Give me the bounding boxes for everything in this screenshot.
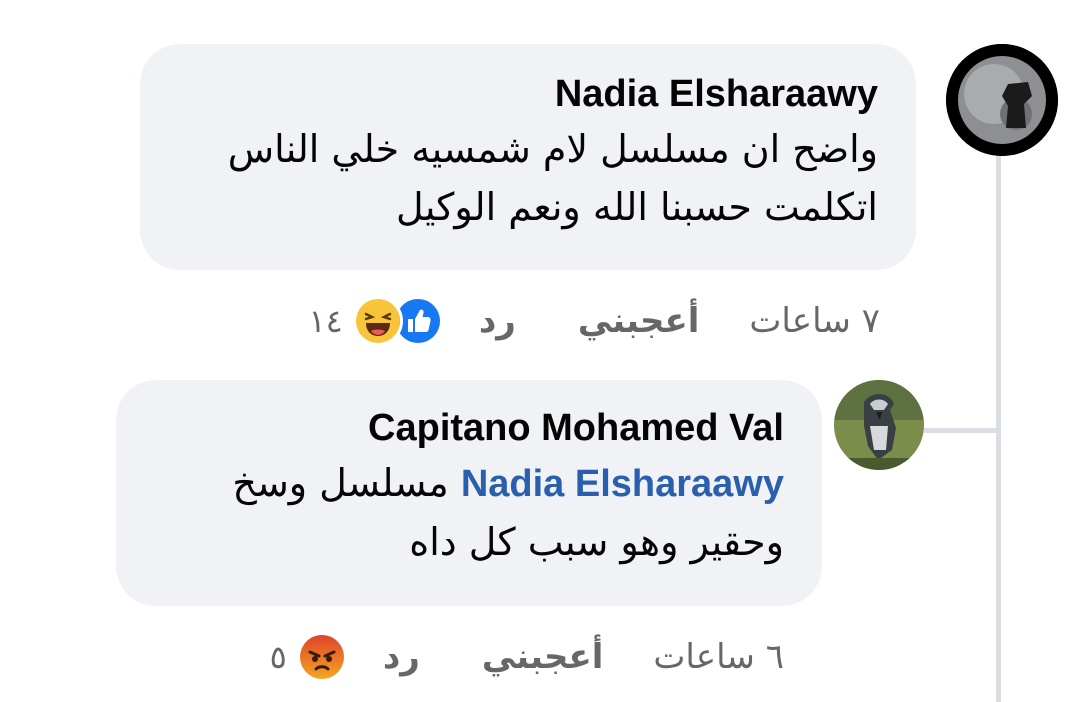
thread-branch-line [924,428,1000,433]
comment-thread: Nadia Elsharaawy واضح ان مسلسل لام شمسيه… [0,0,1080,702]
avatar-image [946,44,1058,156]
thread-connector-line [996,150,1001,702]
comment-text-line: Nadia Elsharaawy مسلسل وسخ [154,454,784,513]
comment-timestamp[interactable]: ٦ ساعات [653,637,784,677]
comment-actions: ٧ ساعات أعجبني رد ١٤ [308,296,880,346]
comment-text-line: اتكلمت حسبنا الله ونعم الوكيل [396,185,878,229]
haha-icon [352,296,403,346]
mention-link[interactable]: Nadia Elsharaawy [461,463,784,505]
angry-icon [296,632,347,682]
comment-author[interactable]: Capitano Mohamed Val [154,406,784,450]
comment-text: Nadia Elsharaawy مسلسل وسخ وحقير وهو سبب… [154,454,784,571]
reaction-count[interactable]: ٥ [270,638,287,676]
avatar[interactable] [834,380,924,470]
comment-actions: ٦ ساعات أعجبني رد ٥ [270,632,784,682]
comment-text-line: واضح ان مسلسل لام شمسيه خلي الناس [227,127,878,171]
reaction-summary[interactable] [352,296,443,346]
reply-button[interactable]: رد [479,301,516,341]
reaction-summary[interactable] [296,632,347,682]
comment-timestamp[interactable]: ٧ ساعات [749,301,880,341]
like-button[interactable]: أعجبني [482,637,604,677]
like-button[interactable]: أعجبني [578,301,700,341]
comment-text: واضح ان مسلسل لام شمسيه خلي الناس اتكلمت… [178,120,878,236]
comment-bubble: Nadia Elsharaawy واضح ان مسلسل لام شمسيه… [140,44,916,270]
reaction-count[interactable]: ١٤ [308,302,342,340]
avatar-image [834,380,924,470]
comment-bubble: Capitano Mohamed Val Nadia Elsharaawy مس… [116,380,822,606]
comment-text-fragment: مسلسل وسخ [232,461,449,505]
reply-button[interactable]: رد [383,637,420,677]
comment-author[interactable]: Nadia Elsharaawy [178,72,878,116]
avatar[interactable] [946,44,1058,156]
comment-text-line: وحقير وهو سبب كل داه [409,520,784,564]
